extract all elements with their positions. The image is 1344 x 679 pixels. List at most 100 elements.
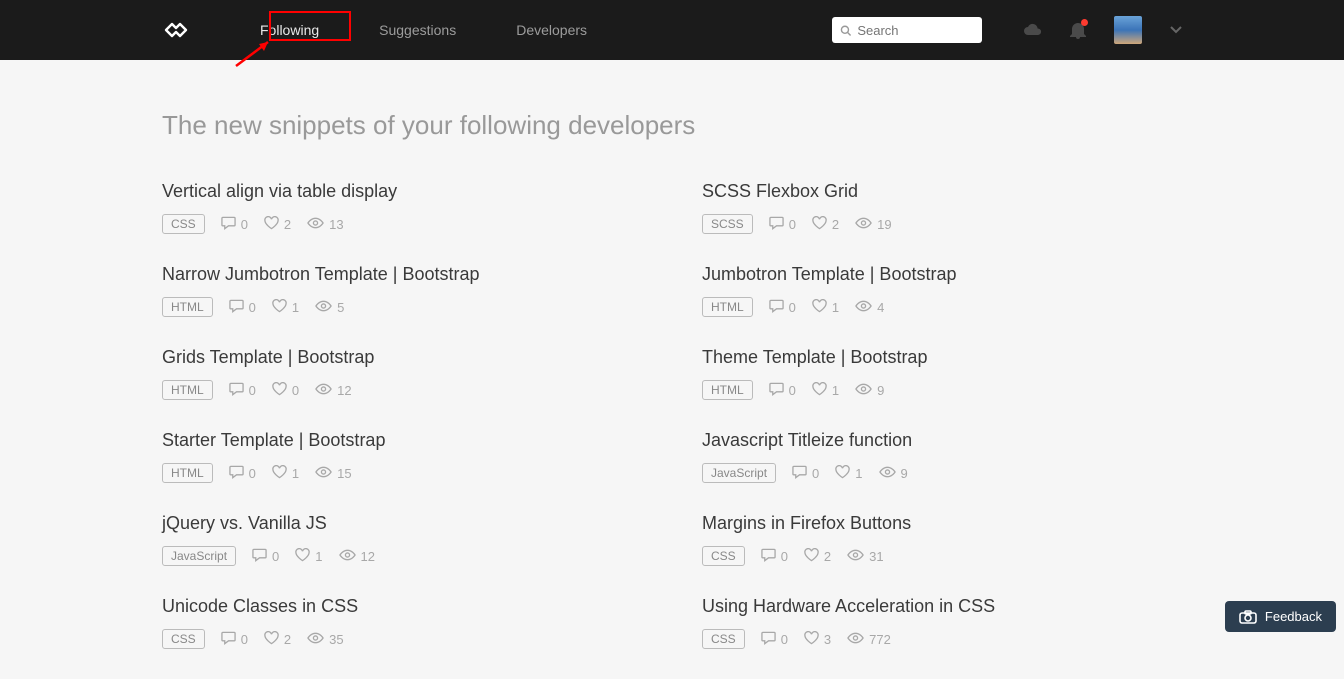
comment-icon — [792, 465, 807, 482]
snippet-title-link[interactable]: Vertical align via table display — [162, 181, 642, 202]
snippet-item: Vertical align via table display CSS 02 13 — [162, 181, 642, 234]
nav-suggestions[interactable]: Suggestions — [369, 17, 466, 43]
likes-stat[interactable]: 1 — [295, 548, 322, 565]
snippet-title-link[interactable]: SCSS Flexbox Grid — [702, 181, 1182, 202]
eye-icon — [855, 217, 872, 232]
comment-icon — [229, 299, 244, 316]
views-stat[interactable]: 12 — [339, 549, 375, 564]
heart-icon — [272, 382, 287, 399]
nav-developers[interactable]: Developers — [506, 17, 597, 43]
comments-stat[interactable]: 0 — [761, 548, 788, 565]
likes-stat[interactable]: 1 — [812, 382, 839, 399]
likes-stat[interactable]: 1 — [812, 299, 839, 316]
language-tag[interactable]: JavaScript — [702, 463, 776, 483]
views-stat[interactable]: 772 — [847, 632, 891, 647]
language-tag[interactable]: CSS — [162, 214, 205, 234]
comment-icon — [761, 548, 776, 565]
language-tag[interactable]: HTML — [162, 297, 213, 317]
views-stat[interactable]: 5 — [315, 300, 344, 315]
likes-stat[interactable]: 1 — [835, 465, 862, 482]
notifications-icon[interactable] — [1070, 21, 1086, 39]
snippet-title-link[interactable]: Grids Template | Bootstrap — [162, 347, 642, 368]
language-tag[interactable]: CSS — [702, 546, 745, 566]
comments-stat[interactable]: 0 — [229, 465, 256, 482]
main-content: The new snippets of your following devel… — [162, 60, 1182, 679]
snippet-meta: CSS 02 31 — [702, 546, 1182, 566]
language-tag[interactable]: JavaScript — [162, 546, 236, 566]
snippet-title-link[interactable]: Unicode Classes in CSS — [162, 596, 642, 617]
views-stat[interactable]: 35 — [307, 632, 343, 647]
views-stat[interactable]: 31 — [847, 549, 883, 564]
comments-stat[interactable]: 0 — [221, 631, 248, 648]
comments-stat[interactable]: 0 — [229, 382, 256, 399]
likes-stat[interactable]: 1 — [272, 465, 299, 482]
cloud-icon[interactable] — [1022, 22, 1042, 38]
snippet-item: jQuery vs. Vanilla JS JavaScript 01 12 — [162, 513, 642, 566]
heart-icon — [804, 631, 819, 648]
comment-icon — [769, 216, 784, 233]
language-tag[interactable]: HTML — [162, 463, 213, 483]
eye-icon — [315, 300, 332, 315]
snippet-title-link[interactable]: Theme Template | Bootstrap — [702, 347, 1182, 368]
comments-stat[interactable]: 0 — [221, 216, 248, 233]
views-stat[interactable]: 15 — [315, 466, 351, 481]
snippet-title-link[interactable]: Using Hardware Acceleration in CSS — [702, 596, 1182, 617]
heart-icon — [812, 382, 827, 399]
snippet-title-link[interactable]: Javascript Titleize function — [702, 430, 1182, 451]
snippet-item: Grids Template | Bootstrap HTML 00 12 — [162, 347, 642, 400]
snippet-title-link[interactable]: Narrow Jumbotron Template | Bootstrap — [162, 264, 642, 285]
likes-stat[interactable]: 2 — [264, 216, 291, 233]
snippet-item: Javascript Titleize function JavaScript 01… — [702, 430, 1182, 483]
chevron-down-icon — [1170, 26, 1182, 34]
comments-stat[interactable]: 0 — [761, 631, 788, 648]
language-tag[interactable]: HTML — [702, 297, 753, 317]
feedback-button[interactable]: Feedback — [1225, 601, 1336, 632]
nav-following[interactable]: Following — [250, 17, 329, 43]
comments-stat[interactable]: 0 — [229, 299, 256, 316]
views-stat[interactable]: 4 — [855, 300, 884, 315]
likes-stat[interactable]: 0 — [272, 382, 299, 399]
avatar[interactable] — [1114, 16, 1142, 44]
comment-icon — [769, 382, 784, 399]
eye-icon — [315, 383, 332, 398]
snippet-item: Jumbotron Template | Bootstrap HTML 01 4 — [702, 264, 1182, 317]
views-stat[interactable]: 13 — [307, 217, 343, 232]
snippet-meta: HTML 01 15 — [162, 463, 642, 483]
likes-stat[interactable]: 2 — [264, 631, 291, 648]
views-stat[interactable]: 9 — [855, 383, 884, 398]
comments-stat[interactable]: 0 — [769, 216, 796, 233]
eye-icon — [307, 632, 324, 647]
comments-stat[interactable]: 0 — [252, 548, 279, 565]
likes-stat[interactable]: 2 — [812, 216, 839, 233]
heart-icon — [272, 299, 287, 316]
search-input[interactable] — [857, 23, 974, 38]
snippet-title-link[interactable]: Starter Template | Bootstrap — [162, 430, 642, 451]
snippet-item: Theme Template | Bootstrap HTML 01 9 — [702, 347, 1182, 400]
likes-stat[interactable]: 2 — [804, 548, 831, 565]
snippet-item: SCSS Flexbox Grid SCSS 02 19 — [702, 181, 1182, 234]
logo[interactable] — [162, 16, 190, 44]
snippet-title-link[interactable]: jQuery vs. Vanilla JS — [162, 513, 642, 534]
user-menu-chevron[interactable] — [1170, 26, 1182, 34]
search-box[interactable] — [832, 17, 982, 43]
comments-stat[interactable]: 0 — [769, 382, 796, 399]
snippet-meta: JavaScript 01 9 — [702, 463, 1182, 483]
language-tag[interactable]: SCSS — [702, 214, 753, 234]
comment-icon — [221, 631, 236, 648]
views-stat[interactable]: 9 — [879, 466, 908, 481]
likes-stat[interactable]: 3 — [804, 631, 831, 648]
heart-icon — [295, 548, 310, 565]
comment-icon — [769, 299, 784, 316]
views-stat[interactable]: 19 — [855, 217, 891, 232]
snippet-title-link[interactable]: Margins in Firefox Buttons — [702, 513, 1182, 534]
snippet-title-link[interactable]: Jumbotron Template | Bootstrap — [702, 264, 1182, 285]
language-tag[interactable]: CSS — [702, 629, 745, 649]
comments-stat[interactable]: 0 — [769, 299, 796, 316]
comments-stat[interactable]: 0 — [792, 465, 819, 482]
language-tag[interactable]: HTML — [162, 380, 213, 400]
language-tag[interactable]: CSS — [162, 629, 205, 649]
language-tag[interactable]: HTML — [702, 380, 753, 400]
snippet-column-left: Vertical align via table displayCSS0213N… — [162, 181, 642, 679]
likes-stat[interactable]: 1 — [272, 299, 299, 316]
views-stat[interactable]: 12 — [315, 383, 351, 398]
